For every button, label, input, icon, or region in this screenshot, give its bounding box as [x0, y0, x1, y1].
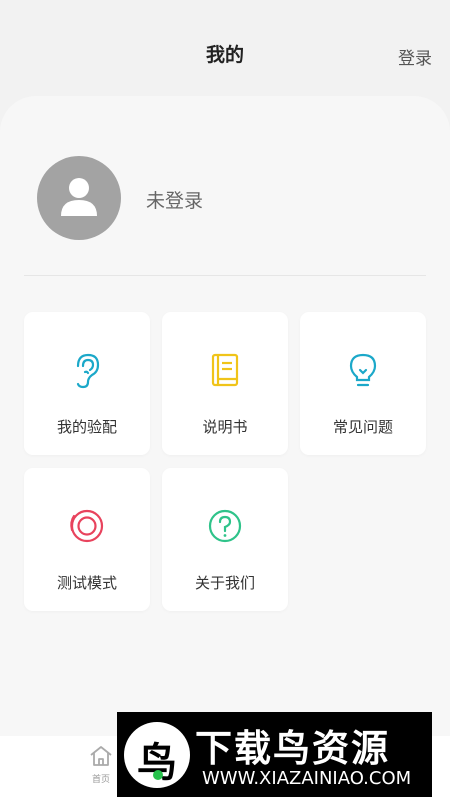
menu-item-label: 测试模式: [56, 574, 117, 592]
menu-item-label: 说明书: [202, 418, 248, 436]
watermark-logo-dot: [153, 770, 163, 780]
page-title: 我的: [205, 44, 244, 66]
menu-item-test-mode[interactable]: 测试模式: [24, 468, 150, 611]
menu-item-manual[interactable]: 说明书: [162, 312, 288, 455]
divider: [24, 275, 426, 276]
book-icon: [211, 353, 239, 387]
question-icon: [208, 509, 242, 543]
avatar[interactable]: [37, 156, 121, 240]
menu-item-label: 常见问题: [332, 418, 393, 436]
watermark-url: WWW.XIAZAINIAO.COM: [202, 768, 412, 789]
tab-home-label: 首页: [91, 775, 110, 785]
lightbulb-icon: [349, 353, 377, 387]
header: 我的 登录: [0, 0, 450, 100]
menu-item-fitting[interactable]: 我的验配: [24, 312, 150, 455]
home-icon: [90, 746, 112, 766]
watermark-banner: 鸟 下载鸟资源 WWW.XIAZAINIAO.COM: [117, 712, 432, 797]
watermark-logo: 鸟: [124, 722, 190, 788]
profile-card: 未登录 我的验配 说明书 常见问题 测试模式 关于我们: [0, 96, 450, 736]
menu-item-label: 我的验配: [56, 418, 117, 436]
menu-item-label: 关于我们: [194, 574, 255, 592]
watermark-title: 下载鸟资源: [195, 727, 390, 770]
menu-item-faq[interactable]: 常见问题: [300, 312, 426, 455]
user-name[interactable]: 未登录: [146, 186, 203, 213]
user-icon: [61, 178, 97, 216]
menu-item-about[interactable]: 关于我们: [162, 468, 288, 611]
ear-icon: [76, 353, 100, 389]
tab-home[interactable]: 首页: [83, 744, 119, 794]
target-icon: [70, 509, 104, 543]
login-button[interactable]: 登录: [398, 44, 432, 69]
